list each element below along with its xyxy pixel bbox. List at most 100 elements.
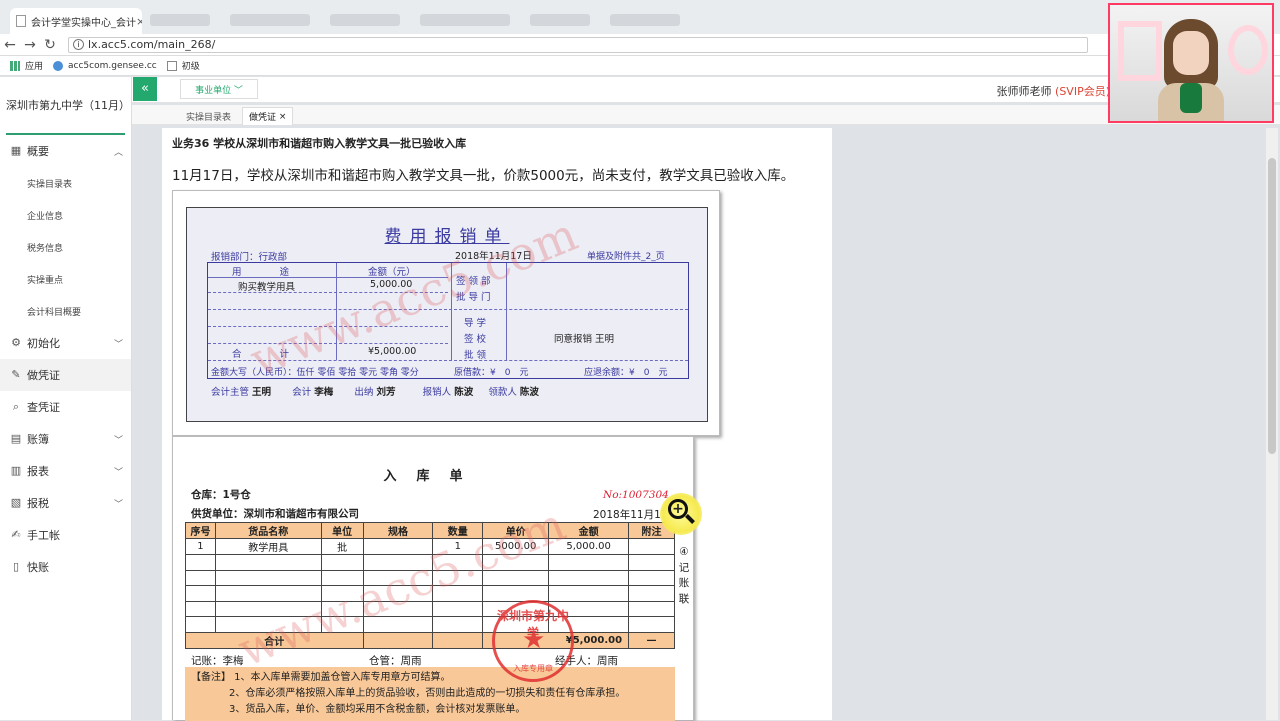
total-row: 合计 ¥5,000.00—	[185, 631, 675, 649]
business-description: 11月17日，学校从深圳市和谐超市购入教学文具一批，价款5000元，尚未支付，教…	[172, 168, 795, 184]
tab-catalog[interactable]: 实操目录表	[180, 107, 237, 125]
sidebar-item-label: 报税	[27, 497, 49, 510]
table-cell: 5,000.00	[548, 538, 630, 555]
chevron-icon[interactable]: ︿	[114, 145, 123, 158]
table-cell	[214, 600, 322, 617]
unit-type-dropdown[interactable]: 事业单位 ﹀	[180, 79, 258, 99]
supplier: 供货单位：深圳市和谐超市有限公司	[191, 508, 359, 520]
warehouse-manager: 仓管：周雨	[369, 655, 422, 667]
table-row	[185, 600, 675, 617]
bookmark-junior[interactable]: 初级	[166, 59, 200, 72]
sidebar-item-label: 快账	[27, 561, 49, 574]
table-cell	[432, 554, 484, 571]
school-name: 深圳市第九中学（11月）	[6, 77, 130, 135]
sidebar-item-label: 税务信息	[27, 243, 64, 254]
table-cell	[482, 554, 550, 571]
receipt-notes: 【备注】 1、本入库单需要加盖仓管入库专用章方可结算。 2、仓库必须严格按照入库…	[185, 667, 675, 721]
sidebar-item[interactable]: ✍ 手工帐	[0, 519, 131, 551]
table-cell: 批	[320, 538, 364, 555]
page-icon	[16, 15, 26, 27]
sidebar-item[interactable]: 实操重点	[0, 263, 131, 295]
table-cell	[362, 538, 434, 555]
business-title: 业务36 学校从深圳市和谐超市购入教学文具一批已验收入库	[172, 137, 467, 150]
sidebar-item[interactable]: ▧ 报税 ﹀	[0, 487, 131, 519]
chevron-icon[interactable]: ﹀	[114, 433, 123, 446]
back-icon[interactable]: ←	[0, 37, 20, 53]
expense-reimbursement-form[interactable]: 费用报销单 报销部门：行政部 2018年11月17日 单据及附件共_2_页 用 …	[172, 190, 720, 436]
scrollbar-thumb[interactable]	[1268, 158, 1276, 454]
blurred-tab[interactable]	[150, 14, 210, 26]
vip-badge: (SVIP会员)	[1055, 85, 1110, 98]
column-header: 数量	[432, 522, 484, 539]
column-header: 序号	[185, 522, 216, 539]
sidebar-menu: ▦ 概要 ︿ 实操目录表 企业信息税务信息实操重点会计科目概要 ⚙ 初始化 ﹀ ✎ 做凭证 ⌕ 查凭证…	[0, 135, 131, 583]
zoom-in-icon[interactable]: +	[660, 493, 702, 535]
borrowed-amount: 原借款：¥ 0 元	[454, 368, 529, 378]
search-icon: ⌕	[12, 400, 20, 413]
table-cell	[185, 585, 216, 602]
sidebar-item[interactable]: 企业信息	[0, 199, 131, 231]
blurred-tab[interactable]	[230, 14, 310, 26]
sidebar-item[interactable]: ▯ 快账	[0, 551, 131, 583]
warehouse-receipt[interactable]: 入库单 仓库：1号仓 No:1007304 供货单位：深圳市和谐超市有限公司 2…	[172, 436, 694, 721]
report-icon: ▥	[10, 464, 22, 477]
sidebar-item[interactable]: ▤ 账簿 ﹀	[0, 423, 131, 455]
blurred-tab[interactable]	[330, 14, 400, 26]
collapse-sidebar-button[interactable]: «	[133, 77, 157, 101]
chevron-icon[interactable]: ﹀	[114, 465, 123, 478]
sidebar: 深圳市第九中学（11月） ▦ 概要 ︿ 实操目录表 企业信息税务信息实操重点会计科目概要…	[0, 77, 132, 720]
grid-icon: ▦	[10, 144, 22, 157]
table-row	[185, 569, 675, 586]
table-cell	[628, 616, 675, 633]
forward-icon[interactable]: →	[20, 37, 40, 53]
blurred-tab[interactable]	[610, 14, 680, 26]
chevron-icon[interactable]: ﹀	[114, 337, 123, 350]
sidebar-item[interactable]: ⚙ 初始化 ﹀	[0, 327, 131, 359]
sidebar-item[interactable]: ✎ 做凭证	[0, 359, 131, 391]
close-tab-icon[interactable]: ×	[279, 112, 287, 122]
sidebar-item[interactable]: ▦ 概要 ︿	[0, 135, 131, 167]
attachment-count: 单据及附件共_2_页	[587, 252, 665, 262]
book-icon: ▤	[10, 432, 22, 445]
table-row	[185, 554, 675, 571]
table-cell	[185, 569, 216, 586]
column-header: 单价	[482, 522, 550, 539]
sidebar-item[interactable]: 会计科目概要	[0, 295, 131, 327]
table-cell	[320, 569, 364, 586]
table-cell	[362, 585, 434, 602]
table-cell	[320, 616, 364, 633]
webcam-overlay	[1108, 3, 1274, 123]
presenter	[1158, 19, 1224, 121]
table-cell	[214, 616, 322, 633]
reload-icon[interactable]: ↻	[40, 37, 60, 53]
page-icon	[166, 60, 177, 71]
url-input[interactable]: i lx.acc5.com/main_268/	[68, 36, 1088, 53]
column-header: 货品名称	[214, 522, 322, 539]
bookmark-apps[interactable]: 应用	[10, 59, 43, 72]
blurred-tab[interactable]	[530, 14, 590, 26]
table-cell	[432, 616, 484, 633]
sidebar-item[interactable]: ▥ 报表 ﹀	[0, 455, 131, 487]
sidebar-item[interactable]: ⌕ 查凭证	[0, 391, 131, 423]
info-icon[interactable]: i	[73, 39, 84, 50]
expense-table: 用 途 金额（元） 购买教学用具 5,000.00 合 计 ¥5,000.00 …	[207, 262, 689, 379]
sidebar-item-label: 查凭证	[27, 401, 60, 414]
tax-icon: ▧	[10, 496, 22, 509]
browser-tab[interactable]: 会计学堂实操中心_会计 ×	[10, 8, 142, 34]
sidebar-item[interactable]: 税务信息	[0, 231, 131, 263]
close-tab-icon[interactable]: ×	[136, 15, 142, 28]
total-label: 合 计	[232, 349, 290, 360]
sidebar-item[interactable]: 实操目录表	[0, 167, 131, 199]
sidebar-item-label: 实操重点	[27, 275, 64, 286]
browser-tabbar: 会计学堂实操中心_会计 ×	[0, 0, 1280, 34]
amount-in-words: 金额大写（人民币）：伍仟 零佰 零拾 零元 零角 零分	[211, 368, 419, 378]
gear-icon: ⚙	[11, 336, 21, 349]
table-row	[185, 616, 675, 633]
balance-amount: 应退余额：¥ 0 元	[584, 368, 668, 378]
table-cell	[628, 600, 675, 617]
chevron-icon[interactable]: ﹀	[114, 497, 123, 510]
table-cell	[362, 569, 434, 586]
tab-make-voucher[interactable]: 做凭证 ×	[242, 107, 294, 125]
blurred-tab[interactable]	[420, 14, 510, 26]
bookmark-gensee[interactable]: acc5com.gensee.cc	[53, 60, 157, 71]
